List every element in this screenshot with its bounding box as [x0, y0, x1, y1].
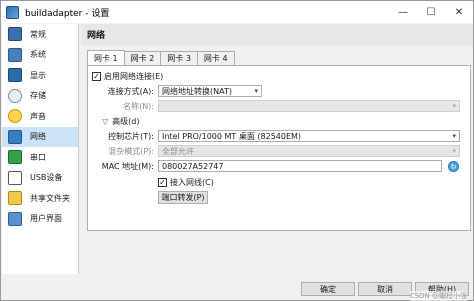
tab-adapter-3[interactable]: 网卡 3: [160, 51, 198, 65]
display-icon: [8, 68, 22, 83]
sidebar-item-display[interactable]: 显示: [2, 65, 78, 86]
minimize-button[interactable]: —: [389, 1, 417, 23]
sidebar-item-label: 串口: [30, 152, 46, 162]
user-interface-icon: [8, 211, 22, 226]
advanced-toggle-row[interactable]: ▽ 高级(d): [102, 115, 139, 128]
sidebar-item-label: 存储: [30, 91, 46, 101]
enable-adapter-label: 启用网络连接(E): [104, 72, 164, 81]
cable-connected-checkbox[interactable]: ✓: [158, 178, 167, 187]
advanced-label: 高级(d): [112, 117, 140, 126]
mac-address-value: 080027A52747: [162, 161, 224, 171]
mac-address-row: MAC 地址(M):: [92, 160, 154, 173]
adapter-type-row: 控制芯片(T):: [92, 130, 154, 143]
sidebar-item-general[interactable]: 常规: [2, 24, 78, 45]
adapter-type-label: 控制芯片(T):: [108, 132, 154, 141]
tab-adapter-1[interactable]: 网卡 1: [87, 50, 125, 65]
name-label: 名称(N):: [123, 102, 154, 111]
cable-connected-label: 接入网线(C): [170, 178, 214, 187]
mac-address-input[interactable]: 080027A52747: [158, 160, 442, 172]
tab-adapter-2[interactable]: 网卡 2: [123, 51, 162, 65]
maximize-button[interactable]: ☐: [417, 1, 445, 23]
tab-adapter-4[interactable]: 网卡 4: [196, 51, 235, 65]
system-icon: [8, 47, 22, 62]
attached-to-select[interactable]: 网络地址转换(NAT) ▾: [158, 85, 262, 97]
settings-sidebar: 常规 系统 显示 存储 声音 网络 串口 USB设备 共享文件夹 用户界面: [2, 24, 79, 274]
sidebar-item-serial-ports[interactable]: 串口: [2, 147, 78, 168]
sidebar-item-user-interface[interactable]: 用户界面: [2, 209, 78, 230]
promiscuous-mode-value: 全部允许: [162, 146, 194, 156]
title-bar: buildadapter - 设置 — ☐ ✕: [1, 1, 473, 23]
settings-window: buildadapter - 设置 — ☐ ✕ 常规 系统 显示 存储 声音 网…: [0, 0, 474, 301]
audio-icon: [8, 109, 22, 124]
enable-adapter-checkbox[interactable]: ✓: [92, 72, 101, 81]
adapter-type-value: Intel PRO/1000 MT 桌面 (82540EM): [162, 131, 302, 141]
window-controls: — ☐ ✕: [389, 1, 473, 23]
cancel-button[interactable]: 取消: [358, 282, 412, 296]
adapter-tabs: 网卡 1 网卡 2 网卡 3 网卡 4: [87, 50, 235, 65]
close-button[interactable]: ✕: [445, 1, 473, 23]
sidebar-item-label: USB设备: [30, 173, 63, 183]
shared-folder-icon: [8, 191, 22, 206]
sidebar-item-shared-folders[interactable]: 共享文件夹: [2, 188, 78, 209]
attached-to-value: 网络地址转换(NAT): [162, 86, 232, 96]
attached-to-row: 连接方式(A):: [92, 85, 154, 98]
name-select[interactable]: ▾: [158, 100, 460, 112]
ok-button[interactable]: 确定: [301, 282, 355, 296]
adapter-panel: ✓ 启用网络连接(E) 连接方式(A): 网络地址转换(NAT) ▾ 名称(N)…: [87, 65, 471, 231]
general-icon: [8, 27, 22, 42]
sidebar-item-label: 声音: [30, 111, 46, 121]
sidebar-item-label: 显示: [30, 70, 46, 80]
enable-adapter-row: ✓ 启用网络连接(E): [92, 70, 163, 83]
sidebar-item-audio[interactable]: 声音: [2, 106, 78, 127]
chevron-down-icon: ▾: [254, 87, 258, 95]
sidebar-item-system[interactable]: 系统: [2, 45, 78, 66]
window-title: buildadapter - 设置: [25, 8, 110, 19]
dialog-footer: 确定 取消 帮助(H) CSDN @编程小强: [1, 275, 473, 301]
expand-arrow-icon: ▽: [102, 117, 109, 126]
chevron-down-icon: ▾: [452, 147, 456, 155]
refresh-mac-icon[interactable]: ↻: [448, 161, 459, 172]
virtualbox-app-icon: [6, 5, 19, 19]
sidebar-item-label: 常规: [30, 29, 46, 39]
sidebar-item-label: 共享文件夹: [30, 193, 70, 203]
name-row: 名称(N):: [92, 100, 154, 113]
sidebar-item-network[interactable]: 网络: [2, 126, 78, 147]
port-forwarding-button[interactable]: 端口转发(P): [158, 191, 208, 204]
cable-connected-row: ✓ 接入网线(C): [158, 176, 214, 189]
network-icon: [8, 129, 22, 144]
network-settings-page: 网络 网卡 1 网卡 2 网卡 3 网卡 4 ✓ 启用网络连接(E) 连接方式(…: [81, 24, 473, 274]
sidebar-item-usb[interactable]: USB设备: [2, 168, 78, 189]
attached-to-label: 连接方式(A):: [107, 87, 154, 96]
sidebar-item-label: 网络: [30, 132, 46, 142]
promiscuous-mode-select[interactable]: 全部允许 ▾: [158, 145, 460, 157]
adapter-type-select[interactable]: Intel PRO/1000 MT 桌面 (82540EM) ▾: [158, 130, 460, 142]
sidebar-item-label: 用户界面: [30, 214, 62, 224]
sidebar-item-label: 系统: [30, 50, 46, 60]
mac-address-label: MAC 地址(M):: [101, 162, 154, 171]
chevron-down-icon: ▾: [452, 102, 456, 110]
storage-icon: [8, 88, 22, 103]
sidebar-item-storage[interactable]: 存储: [2, 86, 78, 107]
usb-icon: [8, 170, 22, 185]
promiscuous-mode-row: 混杂模式(P):: [92, 145, 154, 158]
chevron-down-icon: ▾: [452, 132, 456, 140]
serial-port-icon: [8, 150, 22, 165]
watermark: CSDN @编程小强: [409, 291, 467, 301]
page-title: 网络: [81, 24, 473, 45]
promiscuous-mode-label: 混杂模式(P):: [108, 147, 154, 156]
